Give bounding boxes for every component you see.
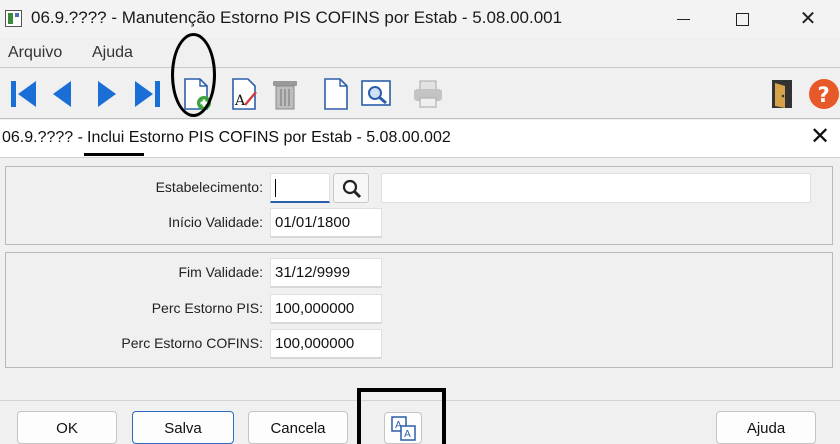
- title-bar: 06.9.???? - Manutenção Estorno PIS COFIN…: [0, 0, 840, 38]
- annotation-rectangle: [357, 388, 446, 444]
- cancela-button[interactable]: Cancela: [248, 411, 348, 444]
- next-record-icon: [98, 81, 116, 107]
- zoom-button[interactable]: [358, 75, 394, 113]
- app-icon: [5, 10, 22, 27]
- ok-button[interactable]: OK: [17, 411, 117, 444]
- annotation-underline: [84, 153, 144, 156]
- edit-record-icon: A: [232, 78, 257, 110]
- menu-bar: Arquivo Ajuda: [0, 38, 840, 68]
- zoom-icon: [361, 80, 391, 106]
- close-icon: ✕: [810, 123, 831, 150]
- svg-text:?: ?: [818, 83, 830, 107]
- previous-record-icon: [53, 81, 71, 107]
- perc-estorno-pis-input[interactable]: 100,000000: [270, 294, 382, 324]
- estabelecimento-search-button[interactable]: [333, 173, 369, 203]
- annotation-ellipse: [171, 33, 216, 117]
- close-icon: ✕: [799, 8, 817, 30]
- fim-validade-label: Fim Validade:: [178, 264, 263, 280]
- first-record-icon: [11, 81, 36, 107]
- minimize-button[interactable]: [660, 0, 706, 38]
- print-button[interactable]: [410, 75, 446, 113]
- window-close-button[interactable]: ✕: [785, 0, 831, 38]
- inicio-validade-label: Início Validade:: [168, 214, 263, 230]
- exit-icon: [772, 80, 792, 108]
- previous-record-button[interactable]: [45, 75, 81, 113]
- estabelecimento-description-field: [381, 173, 811, 203]
- blank-page-button[interactable]: [318, 75, 354, 113]
- minimize-icon: [676, 18, 690, 20]
- svg-text:A: A: [234, 93, 246, 109]
- window-title: 06.9.???? - Manutenção Estorno PIS COFIN…: [31, 8, 563, 27]
- inicio-validade-input[interactable]: 01/01/1800: [270, 208, 382, 238]
- help-icon: ?: [809, 79, 839, 109]
- menu-item-arquivo[interactable]: Arquivo: [8, 44, 62, 62]
- salva-button[interactable]: Salva: [132, 411, 234, 444]
- first-record-button[interactable]: [6, 75, 42, 113]
- perc-estorno-pis-label: Perc Estorno PIS:: [151, 300, 263, 316]
- fim-validade-input[interactable]: 31/12/9999: [270, 258, 382, 288]
- help-button[interactable]: ?: [806, 75, 840, 113]
- perc-estorno-cofins-input[interactable]: 100,000000: [270, 329, 382, 359]
- estabelecimento-label: Estabelecimento:: [155, 179, 263, 195]
- perc-estorno-cofins-label: Perc Estorno COFINS:: [121, 335, 263, 351]
- toolbar: A ?: [0, 69, 840, 119]
- ajuda-button[interactable]: Ajuda: [716, 411, 816, 444]
- exit-button[interactable]: [764, 75, 800, 113]
- application-window: 06.9.???? - Manutenção Estorno PIS COFIN…: [0, 0, 840, 444]
- last-record-button[interactable]: [129, 75, 165, 113]
- delete-button[interactable]: [267, 75, 303, 113]
- delete-icon: [273, 81, 297, 110]
- search-icon: [342, 179, 362, 199]
- next-record-button[interactable]: [88, 75, 124, 113]
- dialog-title: Inclui Estorno PIS COFINS por Estab - 5.…: [87, 129, 451, 146]
- dialog-title-code: 06.9.???? -: [2, 129, 83, 146]
- maximize-icon: [735, 12, 749, 26]
- edit-record-button[interactable]: A: [226, 75, 262, 113]
- menu-item-ajuda[interactable]: Ajuda: [92, 44, 133, 62]
- text-caret: [275, 179, 276, 197]
- blank-page-icon: [324, 78, 348, 110]
- estabelecimento-input[interactable]: [270, 173, 330, 203]
- maximize-button[interactable]: [719, 0, 765, 38]
- dialog-close-button[interactable]: ✕: [810, 125, 830, 149]
- print-icon: [414, 80, 442, 108]
- last-record-icon: [135, 81, 160, 107]
